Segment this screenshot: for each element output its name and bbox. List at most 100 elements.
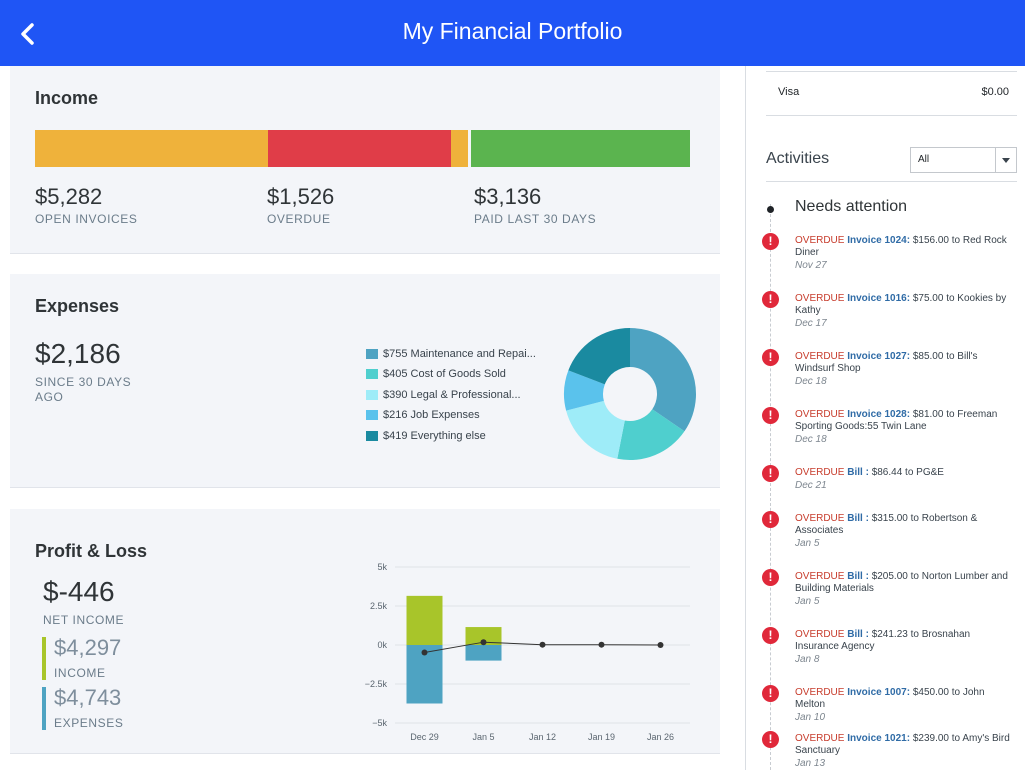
activity-description: $86.44 to PG&E (871, 467, 944, 478)
legend-label: $405 Cost of Goods Sold (383, 368, 506, 380)
x-tick-label: Jan 26 (647, 732, 674, 742)
net-point[interactable] (539, 641, 546, 648)
x-tick-label: Dec 29 (410, 732, 439, 742)
activity-date: Nov 27 (795, 260, 827, 271)
activity-text: OVERDUE Invoice 1028: $81.00 to Freeman … (795, 409, 1015, 433)
activity-date: Jan 13 (795, 758, 826, 769)
legend-swatch (366, 369, 378, 379)
activity-doc-link[interactable]: Invoice 1024: (847, 235, 910, 246)
y-tick-label: −2.5k (365, 679, 388, 689)
activity-date: Dec 18 (795, 434, 827, 445)
profit-loss-chart[interactable]: 5k 2.5k 0k −2.5k −5k Dec 29 Jan 5 Jan 12 Jan 19 J… (345, 549, 695, 749)
pl-income-amount: $4,297 (54, 635, 122, 660)
profit-loss-card[interactable]: Profit & Loss $-446 NET INCOME $4,297 IN… (10, 509, 720, 754)
activity-status: OVERDUE (795, 687, 845, 698)
activity-date: Jan 5 (795, 596, 820, 607)
activities-filter-select[interactable]: All (910, 147, 1017, 173)
activity-doc-link[interactable]: Invoice 1028: (847, 409, 910, 420)
expenses-title: Expenses (35, 296, 120, 316)
page-title: My Financial Portfolio (402, 18, 623, 44)
pl-income-label: INCOME (54, 666, 106, 680)
income-bar-segment[interactable] (470, 130, 690, 167)
legend-label: $755 Maintenance and Repai... (383, 348, 536, 360)
dashboard-panel: Income $5,282 OPEN INVOICES $1,526 OVERD… (0, 66, 745, 770)
activity-text: OVERDUE Bill : $315.00 to Robertson & As… (795, 513, 1015, 537)
right-panel: Visa $0.00 Activities All Needs attentio… (745, 66, 1025, 770)
visa-account-row[interactable]: Visa $0.00 (766, 72, 1017, 116)
activity-text: OVERDUE Bill : $205.00 to Norton Lumber … (795, 571, 1015, 595)
visa-amount: $0.00 (981, 86, 1009, 98)
activity-text: OVERDUE Invoice 1021: $239.00 to Amy's B… (795, 733, 1015, 757)
activity-doc-link[interactable]: Bill : (847, 629, 869, 640)
legend-swatch (366, 390, 378, 400)
chart-bar[interactable] (406, 595, 443, 645)
overdue-amount: $1,526 (267, 184, 335, 209)
income-bar-segment[interactable] (450, 130, 468, 167)
y-tick-label: −5k (372, 718, 387, 728)
net-point[interactable] (480, 639, 487, 646)
pl-expenses-amount: $4,743 (54, 685, 122, 710)
activity-doc-link[interactable]: Invoice 1021: (847, 733, 910, 744)
activity-doc-link[interactable]: Invoice 1027: (847, 351, 910, 362)
overdue-label: OVERDUE (267, 212, 331, 226)
activity-status: OVERDUE (795, 629, 845, 640)
expenses-total: $2,186 (35, 338, 121, 369)
income-bar[interactable] (35, 130, 690, 167)
expenses-donut-chart[interactable] (560, 324, 700, 464)
legend-item: $755 Maintenance and Repai... (366, 347, 536, 361)
activity-status: OVERDUE (795, 571, 845, 582)
net-income-label: NET INCOME (43, 613, 125, 627)
activities-header: Activities All (766, 146, 1017, 182)
legend-label: $216 Job Expenses (383, 409, 480, 421)
x-tick-label: Jan 19 (588, 732, 615, 742)
alert-icon: ! (762, 233, 779, 250)
expenses-indicator-bar (42, 687, 46, 730)
net-point[interactable] (421, 649, 428, 656)
activity-date: Dec 17 (795, 318, 827, 329)
activity-doc-link[interactable]: Bill : (847, 571, 869, 582)
legend-swatch (366, 410, 378, 420)
activity-text: OVERDUE Invoice 1024: $156.00 to Red Roc… (795, 235, 1015, 259)
activity-status: OVERDUE (795, 235, 845, 246)
income-title: Income (35, 88, 99, 108)
income-bar-segment[interactable] (267, 130, 451, 167)
activity-doc-link[interactable]: Invoice 1016: (847, 293, 910, 304)
net-income-amount: $-446 (43, 576, 115, 607)
activity-date: Jan 5 (795, 538, 820, 549)
activities-title: Activities (766, 150, 830, 167)
legend-item: $405 Cost of Goods Sold (366, 367, 506, 381)
net-point[interactable] (598, 641, 605, 648)
expenses-period-line1: SINCE 30 DAYS (35, 375, 132, 389)
filter-value: All (918, 154, 930, 165)
alert-icon: ! (762, 569, 779, 586)
income-bar-segment[interactable] (35, 130, 268, 167)
expenses-card[interactable]: Expenses $2,186 SINCE 30 DAYS AGO $755 M… (10, 274, 720, 488)
alert-icon: ! (762, 465, 779, 482)
chart-bar[interactable] (465, 645, 502, 661)
alert-icon: ! (762, 731, 779, 748)
income-indicator-bar (42, 637, 46, 680)
activity-doc-link[interactable]: Bill : (847, 513, 869, 524)
net-point[interactable] (657, 642, 664, 648)
activity-date: Jan 10 (795, 712, 826, 723)
alert-icon: ! (762, 685, 779, 702)
activity-status: OVERDUE (795, 467, 845, 478)
activity-text: OVERDUE Invoice 1007: $450.00 to John Me… (795, 687, 1015, 711)
chevron-down-icon (995, 148, 1016, 172)
timeline-dot (767, 206, 774, 213)
activity-status: OVERDUE (795, 351, 845, 362)
donut-slice[interactable] (630, 328, 696, 432)
visa-label: Visa (778, 86, 800, 98)
donut-slice[interactable] (566, 400, 625, 459)
y-tick-label: 2.5k (370, 601, 388, 611)
income-card[interactable]: Income $5,282 OPEN INVOICES $1,526 OVERD… (10, 66, 720, 254)
activity-doc-link[interactable]: Invoice 1007: (847, 687, 910, 698)
activity-doc-link[interactable]: Bill : (847, 467, 869, 478)
alert-icon: ! (762, 291, 779, 308)
legend-item: $216 Job Expenses (366, 408, 480, 422)
activity-text: OVERDUE Bill : $86.44 to PG&E (795, 467, 1015, 479)
alert-icon: ! (762, 407, 779, 424)
open-invoices-amount: $5,282 (35, 184, 103, 209)
activity-date: Dec 21 (795, 480, 827, 491)
activity-text: OVERDUE Invoice 1027: $85.00 to Bill's W… (795, 351, 1015, 375)
